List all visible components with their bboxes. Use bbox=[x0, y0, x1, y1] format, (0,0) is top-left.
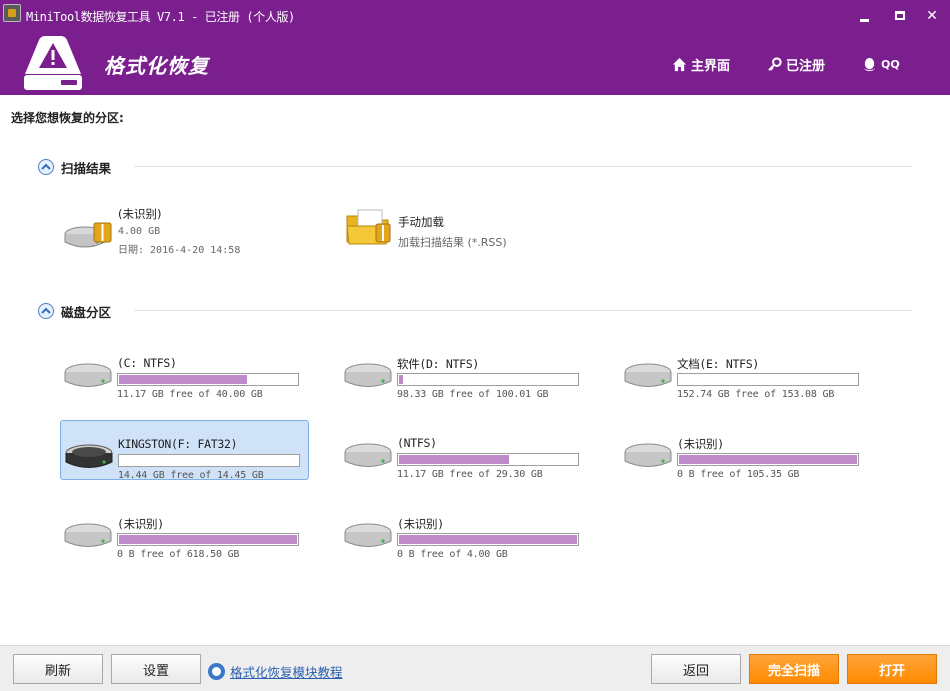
header-banner: 格式化恢复 主界面 已注册 QQ bbox=[0, 32, 950, 95]
nav-home-link[interactable]: 主界面 bbox=[672, 55, 731, 74]
partition-tile[interactable]: KINGSTON(F: FAT32) 14.44 GB free of 14.45… bbox=[60, 420, 309, 481]
usage-bar bbox=[117, 373, 299, 386]
partition-name: 软件(D: NTFS) bbox=[397, 357, 480, 371]
page-title: 格式化恢复 bbox=[104, 54, 209, 78]
partition-tile[interactable]: 软件(D: NTFS) 98.33 GB free of 100.01 GB bbox=[340, 345, 589, 405]
partition-tile[interactable]: (NTFS) 11.17 GB free of 29.30 GB bbox=[340, 425, 589, 485]
hard-drive-locked-icon bbox=[64, 222, 112, 248]
title-bar: MiniTool数据恢复工具 V7.1 - 已注册 (个人版) ✕ bbox=[0, 0, 950, 32]
tutorial-link-group[interactable]: 格式化恢复模块教程 bbox=[208, 662, 343, 681]
usage-bar bbox=[397, 373, 579, 386]
partition-name: 文档(E: NTFS) bbox=[677, 357, 760, 371]
refresh-button[interactable]: 刷新 bbox=[13, 654, 103, 684]
section-divider bbox=[134, 310, 912, 311]
qq-penguin-icon bbox=[863, 57, 876, 71]
nav-qq-label: QQ bbox=[881, 57, 900, 71]
usage-bar bbox=[117, 533, 299, 546]
nav-home-label: 主界面 bbox=[691, 58, 731, 74]
partition-name: (未识别) bbox=[677, 437, 724, 451]
partition-name: KINGSTON(F: FAT32) bbox=[118, 437, 238, 451]
drive-warning-logo-icon bbox=[24, 36, 82, 90]
hard-drive-icon bbox=[624, 363, 672, 387]
partition-free-space: 11.17 GB free of 29.30 GB bbox=[397, 469, 543, 480]
partition-free-space: 98.33 GB free of 100.01 GB bbox=[397, 389, 549, 400]
scan-result-item[interactable]: (未识别) 4.00 GB 日期: 2016-4-20 14:58 bbox=[61, 206, 291, 266]
hard-drive-icon bbox=[624, 443, 672, 467]
usage-bar-fill bbox=[679, 455, 857, 464]
partition-name: (C: NTFS) bbox=[117, 356, 177, 370]
usage-bar bbox=[397, 453, 579, 466]
partition-tile[interactable]: (未识别) 0 B free of 105.35 GB bbox=[620, 425, 869, 485]
manual-load-desc: 加载扫描结果 (*.RSS) bbox=[398, 236, 507, 249]
chevron-up-icon bbox=[38, 303, 54, 319]
manual-load-item[interactable]: 手动加载 加载扫描结果 (*.RSS) bbox=[341, 209, 571, 274]
usage-bar bbox=[118, 454, 300, 467]
partition-tile[interactable]: 文档(E: NTFS) 152.74 GB free of 153.08 GB bbox=[620, 345, 869, 405]
disk-partitions-label: 磁盘分区 bbox=[61, 304, 112, 320]
hard-drive-icon bbox=[64, 363, 112, 387]
minimize-button[interactable] bbox=[854, 6, 876, 26]
chevron-up-icon bbox=[38, 159, 54, 175]
manual-load-title: 手动加载 bbox=[398, 215, 444, 229]
usage-bar bbox=[397, 533, 579, 546]
select-partition-prompt: 选择您想恢复的分区: bbox=[11, 111, 124, 125]
home-icon bbox=[672, 57, 687, 71]
usage-bar-fill bbox=[399, 375, 403, 384]
back-button[interactable]: 返回 bbox=[651, 654, 741, 684]
usage-bar-fill bbox=[119, 375, 247, 384]
usage-bar-fill bbox=[399, 455, 509, 464]
folder-load-icon bbox=[346, 209, 391, 245]
scan-result-name: (未识别) bbox=[118, 207, 162, 221]
maximize-icon bbox=[895, 11, 905, 20]
scan-result-size: 4.00 GB bbox=[118, 226, 161, 237]
disk-partitions-section-header[interactable]: 磁盘分区 bbox=[38, 302, 111, 320]
footer-bar: 刷新 设置 格式化恢复模块教程 返回 完全扫描 打开 bbox=[0, 645, 950, 691]
hard-drive-icon bbox=[65, 444, 113, 468]
hard-drive-icon bbox=[344, 363, 392, 387]
lifebuoy-help-icon bbox=[208, 663, 225, 680]
app-logo-icon bbox=[3, 4, 21, 22]
full-scan-button[interactable]: 完全扫描 bbox=[749, 654, 839, 684]
hard-drive-icon bbox=[344, 443, 392, 467]
partition-name: (未识别) bbox=[117, 517, 164, 531]
partition-free-space: 0 B free of 4.00 GB bbox=[397, 549, 508, 560]
usage-bar-fill bbox=[399, 535, 577, 544]
usage-bar-fill bbox=[119, 535, 297, 544]
close-button[interactable]: ✕ bbox=[921, 6, 943, 26]
scan-results-label: 扫描结果 bbox=[61, 160, 112, 176]
tutorial-link[interactable]: 格式化恢复模块教程 bbox=[230, 662, 343, 681]
settings-button[interactable]: 设置 bbox=[111, 654, 201, 684]
hard-drive-icon bbox=[344, 523, 392, 547]
partition-name: (NTFS) bbox=[397, 436, 437, 450]
window-title: MiniTool数据恢复工具 V7.1 - 已注册 (个人版) bbox=[26, 10, 295, 24]
nav-registered-link[interactable]: 已注册 bbox=[767, 55, 826, 74]
partition-free-space: 152.74 GB free of 153.08 GB bbox=[677, 389, 835, 400]
partition-tile[interactable]: (C: NTFS) 11.17 GB free of 40.00 GB bbox=[60, 345, 309, 405]
partition-free-space: 0 B free of 105.35 GB bbox=[677, 469, 800, 480]
hard-drive-icon bbox=[64, 523, 112, 547]
usage-bar bbox=[677, 453, 859, 466]
minimize-icon bbox=[860, 19, 869, 22]
maximize-button[interactable] bbox=[889, 6, 911, 26]
partition-tile[interactable]: (未识别) 0 B free of 618.50 GB bbox=[60, 505, 309, 565]
usage-bar bbox=[677, 373, 859, 386]
nav-registered-label: 已注册 bbox=[786, 58, 826, 74]
section-divider bbox=[134, 166, 912, 167]
partition-free-space: 11.17 GB free of 40.00 GB bbox=[117, 389, 263, 400]
partition-free-space: 14.44 GB free of 14.45 GB bbox=[118, 470, 264, 481]
scan-results-section-header[interactable]: 扫描结果 bbox=[38, 158, 111, 176]
nav-qq-link[interactable]: QQ bbox=[862, 55, 900, 73]
key-icon bbox=[768, 56, 782, 71]
partition-free-space: 0 B free of 618.50 GB bbox=[117, 549, 240, 560]
open-button[interactable]: 打开 bbox=[847, 654, 937, 684]
partition-tile[interactable]: (未识别) 0 B free of 4.00 GB bbox=[340, 505, 589, 565]
scan-result-date: 日期: 2016-4-20 14:58 bbox=[118, 245, 241, 256]
partition-name: (未识别) bbox=[397, 517, 444, 531]
